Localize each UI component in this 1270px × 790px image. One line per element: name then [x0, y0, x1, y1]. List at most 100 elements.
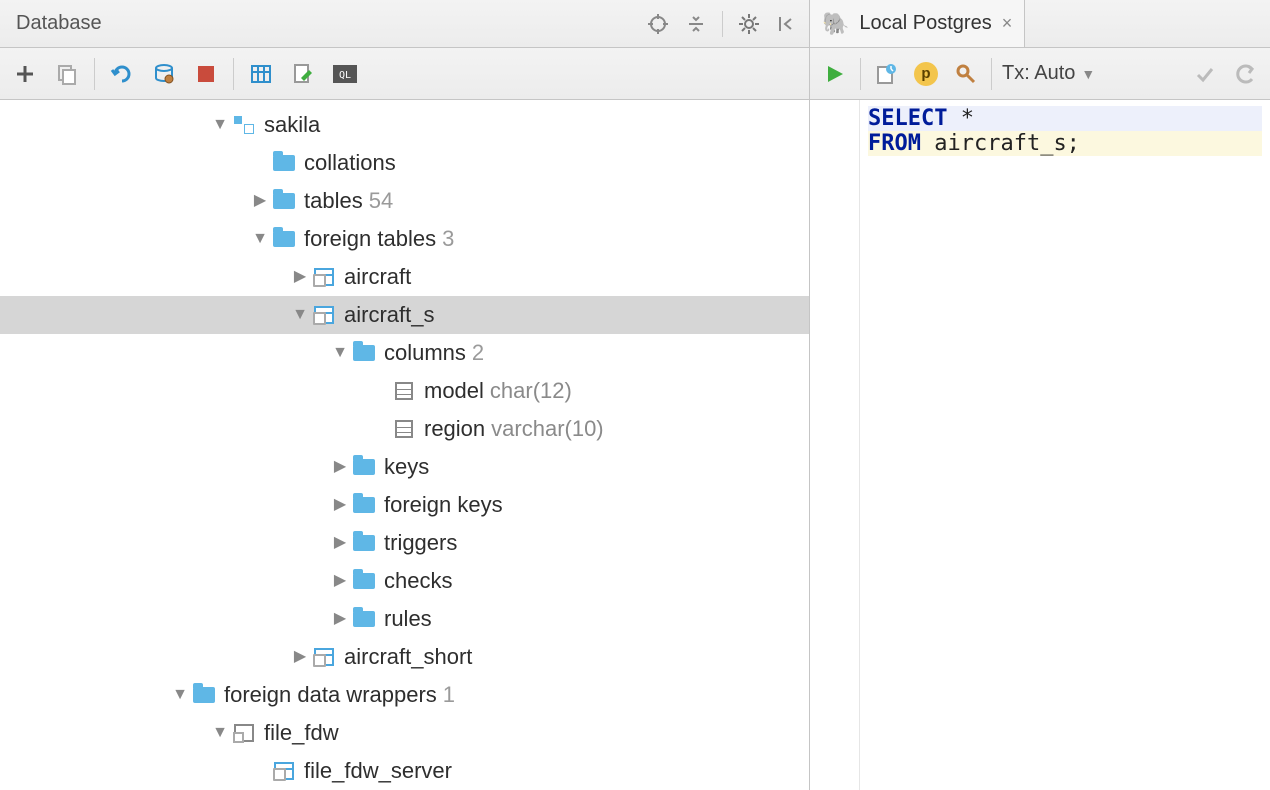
console-icon[interactable]: QL — [330, 59, 360, 89]
node-label: foreign data wrappers — [224, 676, 437, 714]
tree-node-triggers[interactable]: ▶ triggers — [0, 524, 809, 562]
folder-icon — [272, 151, 296, 175]
tree-node-column-region[interactable]: region varchar(10) — [0, 410, 809, 448]
tree-node-foreign-tables[interactable]: ▼ foreign tables 3 — [0, 220, 809, 258]
chevron-right-icon[interactable]: ▶ — [250, 191, 270, 211]
copy-icon[interactable] — [52, 59, 82, 89]
foreign-table-icon — [312, 303, 336, 327]
sql-text: aircraft_s; — [934, 131, 1080, 156]
tree-node-aircraft-short[interactable]: ▶ aircraft_short — [0, 638, 809, 676]
stop-icon[interactable] — [191, 59, 221, 89]
chevron-down-icon[interactable]: ▼ — [210, 723, 230, 743]
tree-node-fdw[interactable]: ▼ foreign data wrappers 1 — [0, 676, 809, 714]
tx-mode-dropdown[interactable]: Tx: Auto ▼ — [1002, 62, 1095, 85]
postgres-icon: 🐘 — [822, 11, 849, 37]
tree-node-columns[interactable]: ▼ columns 2 — [0, 334, 809, 372]
tree-node-keys[interactable]: ▶ keys — [0, 448, 809, 486]
folder-icon — [352, 493, 376, 517]
sql-text: * — [961, 106, 974, 131]
tree-node-checks[interactable]: ▶ checks — [0, 562, 809, 600]
chevron-right-icon[interactable]: ▶ — [290, 267, 310, 287]
node-label: tables — [304, 182, 363, 220]
chevron-right-icon[interactable]: ▶ — [330, 495, 350, 515]
tree-node-tables[interactable]: ▶ tables 54 — [0, 182, 809, 220]
sql-keyword: SELECT — [868, 106, 947, 131]
chevron-down-icon[interactable]: ▼ — [170, 685, 190, 705]
target-icon[interactable] — [646, 12, 670, 36]
tree-node-collations[interactable]: collations — [0, 144, 809, 182]
chevron-right-icon[interactable]: ▶ — [330, 571, 350, 591]
tree-node-rules[interactable]: ▶ rules — [0, 600, 809, 638]
column-name: model — [424, 372, 484, 410]
edit-icon[interactable] — [288, 59, 318, 89]
refresh-icon[interactable] — [107, 59, 137, 89]
node-count: 1 — [443, 676, 455, 714]
tree-node-aircraft[interactable]: ▶ aircraft — [0, 258, 809, 296]
fdw-icon — [232, 721, 256, 745]
tree-node-sakila[interactable]: ▼ sakila — [0, 106, 809, 144]
schema-icon — [232, 113, 256, 137]
sql-editor[interactable]: SELECT * FROM aircraft_s; — [810, 100, 1270, 790]
chevron-down-icon[interactable]: ▼ — [330, 343, 350, 363]
chevron-right-icon[interactable]: ▶ — [330, 609, 350, 629]
separator — [94, 58, 95, 90]
column-type: char(12) — [490, 372, 572, 410]
tree-node-column-model[interactable]: model char(12) — [0, 372, 809, 410]
folder-icon — [352, 531, 376, 555]
sql-keyword: FROM — [868, 131, 921, 156]
hide-icon[interactable] — [775, 12, 799, 36]
gear-icon[interactable] — [737, 12, 761, 36]
chevron-down-icon[interactable]: ▼ — [250, 229, 270, 249]
svg-text:QL: QL — [339, 70, 351, 81]
node-label: aircraft_short — [344, 638, 472, 676]
chevron-down-icon[interactable]: ▼ — [290, 305, 310, 325]
tab-local-postgres[interactable]: 🐘 Local Postgres × — [810, 0, 1025, 47]
editor-toolbar: p Tx: Auto ▼ — [810, 48, 1270, 100]
chevron-right-icon[interactable]: ▶ — [330, 457, 350, 477]
folder-icon — [352, 455, 376, 479]
tree-node-aircraft-s[interactable]: ▼ aircraft_s — [0, 296, 809, 334]
tree-node-foreign-keys[interactable]: ▶ foreign keys — [0, 486, 809, 524]
folder-icon — [352, 569, 376, 593]
chevron-right-icon[interactable]: ▶ — [290, 647, 310, 667]
node-count: 3 — [442, 220, 454, 258]
run-icon[interactable] — [820, 59, 850, 89]
column-type: varchar(10) — [491, 410, 603, 448]
column-name: region — [424, 410, 485, 448]
commit-icon[interactable] — [1190, 59, 1220, 89]
editor-code[interactable]: SELECT * FROM aircraft_s; — [860, 100, 1270, 790]
node-label: file_fdw_server — [304, 752, 452, 790]
separator — [991, 58, 992, 90]
editor-gutter — [810, 100, 860, 790]
settings-tool-icon[interactable] — [951, 59, 981, 89]
profile-icon[interactable]: p — [911, 59, 941, 89]
database-header-actions — [646, 11, 799, 37]
tree-node-file-fdw[interactable]: ▼ file_fdw — [0, 714, 809, 752]
rollback-icon[interactable] — [1230, 59, 1260, 89]
chevron-right-icon[interactable]: ▶ — [330, 533, 350, 553]
history-icon[interactable] — [871, 59, 901, 89]
database-panel-header: Database — [0, 0, 809, 48]
folder-icon — [272, 227, 296, 251]
close-icon[interactable]: × — [1002, 13, 1013, 34]
foreign-table-icon — [312, 645, 336, 669]
foreign-table-icon — [312, 265, 336, 289]
folder-icon — [352, 607, 376, 631]
split-icon[interactable] — [684, 12, 708, 36]
add-datasource-icon[interactable] — [10, 59, 40, 89]
database-tree[interactable]: ▼ sakila collations ▶ tables 54 ▼ foreig… — [0, 100, 809, 790]
database-panel-title: Database — [16, 12, 102, 35]
node-label: sakila — [264, 106, 320, 144]
chevron-down-icon: ▼ — [1081, 66, 1095, 82]
folder-icon — [192, 683, 216, 707]
node-label: aircraft_s — [344, 296, 434, 334]
datasource-properties-icon[interactable] — [149, 59, 179, 89]
table-view-icon[interactable] — [246, 59, 276, 89]
tree-node-file-fdw-server[interactable]: file_fdw_server — [0, 752, 809, 790]
separator — [722, 11, 723, 37]
column-icon — [392, 379, 416, 403]
chevron-down-icon[interactable]: ▼ — [210, 115, 230, 135]
node-label: triggers — [384, 524, 457, 562]
separator — [860, 58, 861, 90]
folder-icon — [352, 341, 376, 365]
